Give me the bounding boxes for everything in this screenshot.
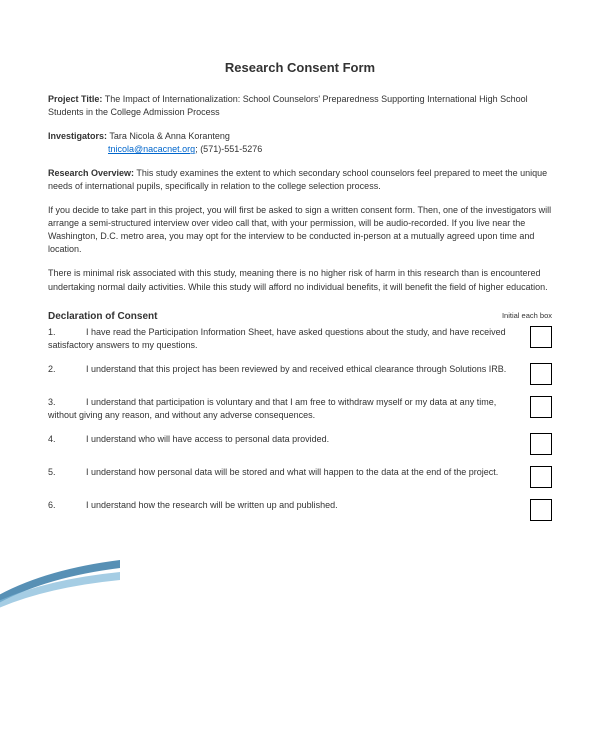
consent-body-5: I understand how personal data will be s… — [86, 467, 498, 477]
consent-item-1: 1.I have read the Participation Informat… — [48, 326, 552, 352]
consent-num-5: 5. — [48, 466, 64, 479]
consent-item-2: 2. I understand that this project has bee… — [48, 363, 552, 385]
project-text: The Impact of Internationalization: Scho… — [48, 94, 528, 117]
consent-text-5: 5. I understand how personal data will be… — [48, 466, 530, 479]
initial-box-2[interactable] — [530, 363, 552, 385]
initial-box-3[interactable] — [530, 396, 552, 418]
declaration-header-row: Declaration of Consent Initial each box — [48, 305, 552, 326]
project-title-section: Project Title: The Impact of Internation… — [48, 93, 552, 119]
declaration-heading: Declaration of Consent — [48, 311, 157, 322]
consent-num-2: 2. — [48, 363, 64, 376]
consent-body-3: I understand that participation is volun… — [48, 397, 496, 420]
consent-body-2: I understand that this project has been … — [86, 364, 506, 374]
initial-box-4[interactable] — [530, 433, 552, 455]
consent-num-3: 3. — [48, 396, 64, 409]
initial-box-1[interactable] — [530, 326, 552, 348]
initial-label: Initial each box — [502, 305, 552, 320]
investigators-section: Investigators: Tara Nicola & Anna Korant… — [48, 130, 552, 156]
overview-label: Research Overview: — [48, 168, 134, 178]
project-label: Project Title: — [48, 94, 102, 104]
consent-text-4: 4. I understand who will have access to p… — [48, 433, 530, 446]
consent-text-3: 3.I understand that participation is vol… — [48, 396, 530, 422]
consent-num-1: 1. — [48, 326, 64, 339]
paragraph-2: There is minimal risk associated with th… — [48, 267, 552, 293]
investigators-phone: ; (571)-551-5276 — [195, 144, 262, 154]
consent-item-6: 6. I understand how the research will be … — [48, 499, 552, 521]
consent-body-6: I understand how the research will be wr… — [86, 500, 338, 510]
consent-num-6: 6. — [48, 499, 64, 512]
initial-box-6[interactable] — [530, 499, 552, 521]
consent-text-2: 2. I understand that this project has bee… — [48, 363, 530, 376]
consent-body-1: I have read the Participation Informatio… — [48, 327, 506, 350]
consent-item-4: 4. I understand who will have access to p… — [48, 433, 552, 455]
decorative-swoosh — [0, 550, 120, 610]
investigators-email-link[interactable]: tnicola@nacacnet.org — [108, 144, 195, 154]
overview-section: Research Overview: This study examines t… — [48, 167, 552, 193]
investigators-names: Tara Nicola & Anna Koranteng — [109, 131, 230, 141]
investigators-label: Investigators: — [48, 131, 107, 141]
consent-num-4: 4. — [48, 433, 64, 446]
consent-item-5: 5. I understand how personal data will be… — [48, 466, 552, 488]
consent-body-4: I understand who will have access to per… — [86, 434, 329, 444]
consent-text-6: 6. I understand how the research will be … — [48, 499, 530, 512]
paragraph-1: If you decide to take part in this proje… — [48, 204, 552, 256]
initial-box-5[interactable] — [530, 466, 552, 488]
consent-text-1: 1.I have read the Participation Informat… — [48, 326, 530, 352]
document-title: Research Consent Form — [48, 60, 552, 75]
consent-item-3: 3.I understand that participation is vol… — [48, 396, 552, 422]
